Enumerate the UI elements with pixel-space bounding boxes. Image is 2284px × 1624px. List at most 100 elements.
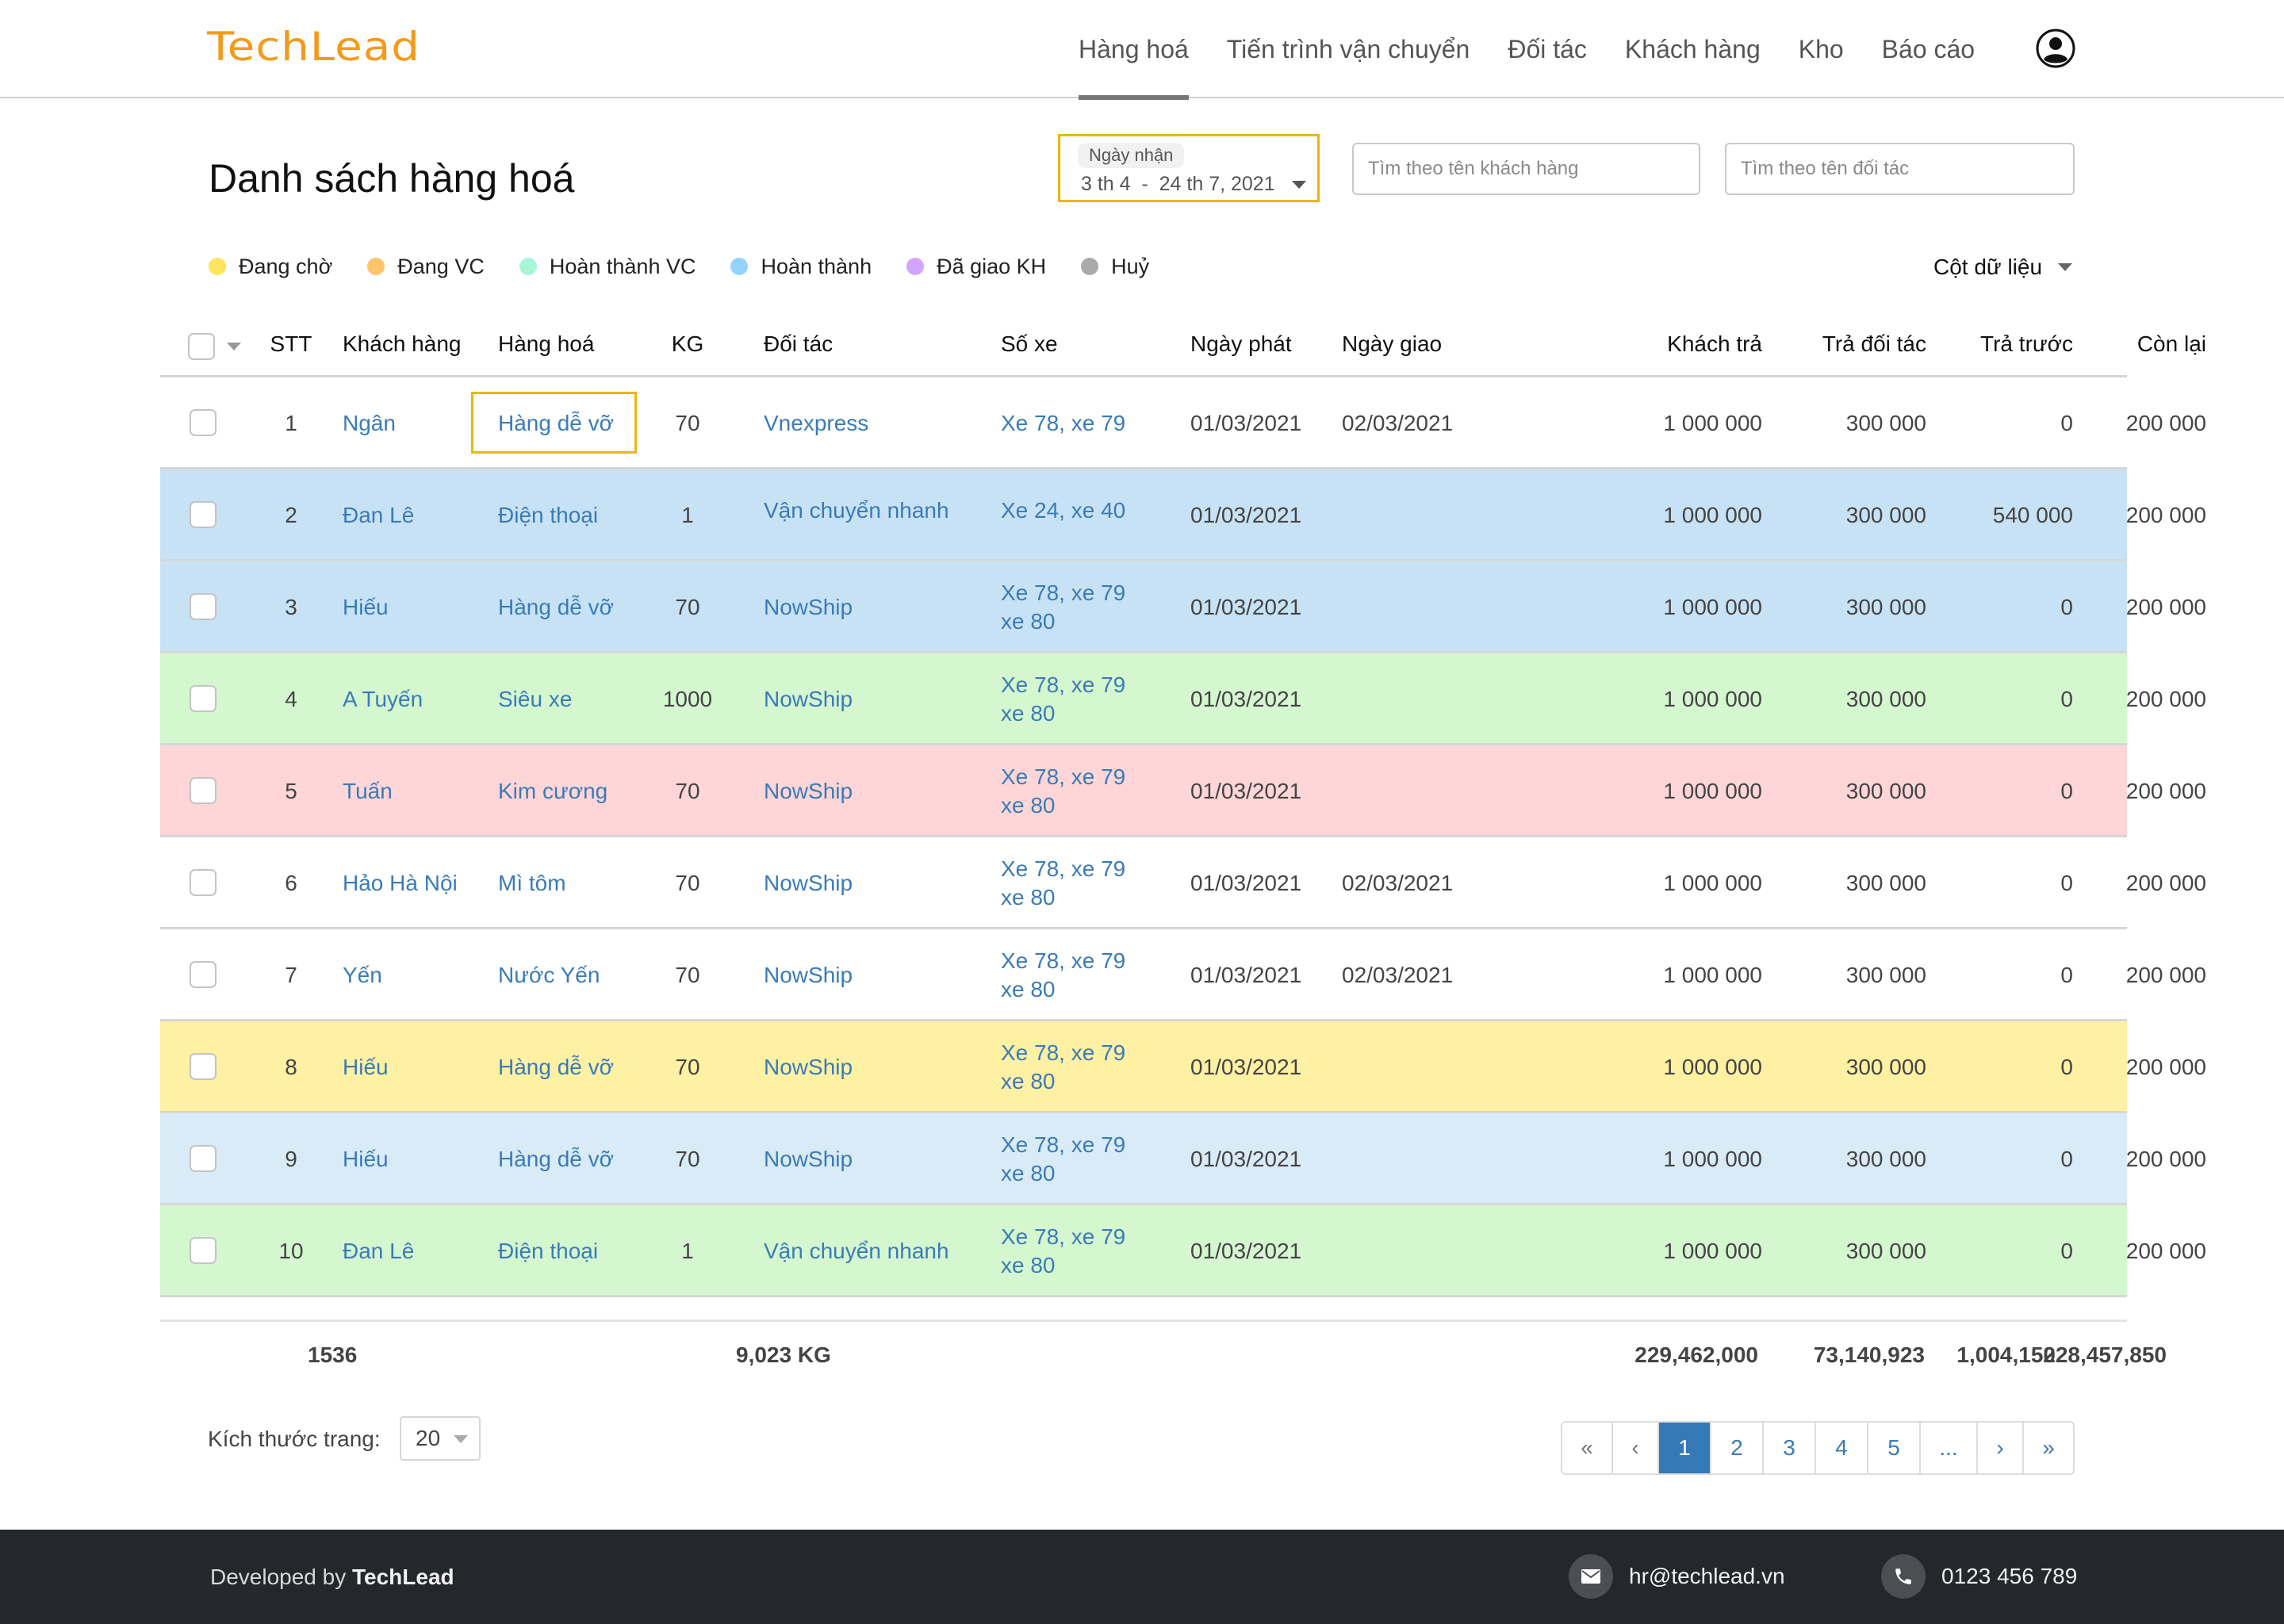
nav-item-2[interactable]: Đối tác	[1508, 0, 1587, 98]
column-header-customer[interactable]: Khách hàng	[343, 331, 461, 357]
page-button-3[interactable]: 3	[1764, 1423, 1816, 1473]
cell-customer-link[interactable]: Ngân	[343, 409, 396, 438]
nav-item-3[interactable]: Khách hàng	[1625, 0, 1761, 98]
cell-plates-link[interactable]: Xe 78, xe 79 xe 80	[1001, 671, 1125, 728]
column-header-kg[interactable]: KG	[652, 331, 723, 357]
cell-plates-link[interactable]: Xe 78, xe 79 xe 80	[1001, 1223, 1125, 1280]
cell-plates-link[interactable]: Xe 78, xe 79 xe 80	[1001, 1131, 1125, 1188]
cell-partner-link[interactable]: Vnexpress	[764, 409, 868, 438]
totals-row: 1536 9,023 KG 229,462,000 73,140,923 1,0…	[160, 1320, 2167, 1383]
column-header-plates[interactable]: Số xe	[1001, 331, 1058, 357]
cell-plates-link[interactable]: Xe 78, xe 79 xe 80	[1001, 763, 1125, 820]
cell-goods-link[interactable]: Điện thoại	[498, 501, 598, 530]
cell-partner-link[interactable]: NowShip	[764, 685, 853, 714]
row-checkbox[interactable]	[190, 869, 217, 896]
table-row[interactable]: 9 Hiếu Hàng dễ vỡ 70 NowShip Xe 78, xe 79 xe 8…	[160, 1113, 2206, 1205]
column-header-stt[interactable]: STT	[263, 331, 319, 357]
last-page-button[interactable]: »	[2024, 1423, 2073, 1473]
row-checkbox[interactable]	[190, 1145, 217, 1172]
prev-page-button[interactable]: ‹	[1613, 1423, 1659, 1473]
cell-goods-link[interactable]: Kim cương	[498, 777, 607, 806]
cell-customer-link[interactable]: Hiếu	[343, 1053, 389, 1082]
user-account-icon[interactable]	[2035, 28, 2076, 69]
column-header-remaining[interactable]: Còn lại	[1967, 331, 2206, 357]
page-button-ellipsis[interactable]: ...	[1921, 1423, 1978, 1473]
cell-plates-link[interactable]: Xe 78, xe 79 xe 80	[1001, 947, 1125, 1004]
row-checkbox[interactable]	[190, 961, 217, 988]
row-checkbox[interactable]	[190, 593, 217, 620]
legend-label: Hoàn thành	[761, 254, 872, 278]
logo[interactable]: TechLead	[207, 24, 420, 70]
table-row[interactable]: 7 Yến Nước Yến 70 NowShip Xe 78, xe 79 xe 80 01…	[160, 929, 2206, 1021]
cell-customer-link[interactable]: Tuấn	[343, 777, 393, 806]
cell-partner-link[interactable]: NowShip	[764, 593, 853, 622]
received-date-filter[interactable]: Ngày nhận 3 th 4 - 24 th 7, 2021	[1058, 134, 1320, 202]
page-button-1[interactable]: 1	[1659, 1423, 1711, 1473]
table-row[interactable]: 3 Hiếu Hàng dễ vỡ 70 NowShip Xe 78, xe 79 xe 8…	[160, 561, 2206, 653]
nav-item-0[interactable]: Hàng hoá	[1079, 0, 1189, 100]
nav-item-5[interactable]: Báo cáo	[1882, 0, 1975, 98]
row-checkbox[interactable]	[190, 685, 217, 712]
table-row[interactable]: 1 Ngân Hàng dễ vỡ 70 Vnexpress Xe 78, xe 79 01…	[160, 377, 2206, 469]
cell-plates-link[interactable]: Xe 78, xe 79 xe 80	[1001, 1039, 1125, 1096]
cell-partner-link[interactable]: NowShip	[764, 777, 853, 806]
cell-customer-link[interactable]: A Tuyến	[343, 685, 423, 714]
cell-partner-link[interactable]: Vận chuyển nhanh	[764, 496, 949, 525]
developed-by-brand: TechLead	[352, 1565, 454, 1589]
cell-plates-link[interactable]: Xe 78, xe 79	[1001, 409, 1125, 438]
nav-item-1[interactable]: Tiến trình vận chuyển	[1227, 0, 1470, 98]
cell-plates-link[interactable]: Xe 24, xe 40	[1001, 496, 1125, 525]
cell-plates-link[interactable]: Xe 78, xe 79 xe 80	[1001, 579, 1125, 636]
cell-partner-link[interactable]: NowShip	[764, 1053, 853, 1082]
table-row[interactable]: 2 Đan Lê Điện thoại 1 Vận chuyển nhanh Xe 24,…	[160, 469, 2206, 561]
search-partner-input[interactable]	[1725, 143, 2075, 195]
page-button-2[interactable]: 2	[1711, 1423, 1764, 1473]
cell-partner-link[interactable]: NowShip	[764, 961, 853, 990]
footer-phone[interactable]: 0123 456 789	[1881, 1553, 2077, 1599]
footer-email[interactable]: hr@techlead.vn	[1569, 1553, 1785, 1599]
page-button-4[interactable]: 4	[1816, 1423, 1868, 1473]
cell-customer-link[interactable]: Hiếu	[343, 593, 389, 622]
columns-dropdown[interactable]: Cột dữ liệu	[1933, 252, 2073, 282]
cell-goods-link[interactable]: Nước Yến	[498, 961, 600, 990]
cell-partner-link[interactable]: NowShip	[764, 869, 853, 898]
row-checkbox[interactable]	[190, 1053, 217, 1080]
column-header-partner[interactable]: Đối tác	[764, 331, 833, 357]
cell-customer-link[interactable]: Đan Lê	[343, 1237, 414, 1266]
cell-partner-link[interactable]: Vận chuyển nhanh	[764, 1237, 949, 1266]
row-checkbox[interactable]	[190, 1237, 217, 1264]
cell-customer-link[interactable]: Hiếu	[343, 1145, 389, 1174]
cell-customer-link[interactable]: Yến	[343, 961, 382, 990]
page-button-5[interactable]: 5	[1868, 1423, 1921, 1473]
cell-goods-link[interactable]: Hàng dễ vỡ	[498, 593, 614, 622]
table-row[interactable]: 6 Hảo Hà Nội Mì tôm 70 NowShip Xe 78, xe 79 xe…	[160, 837, 2206, 929]
cell-goods-link[interactable]: Hàng dễ vỡ	[498, 1053, 614, 1082]
cell-goods-link[interactable]: Mì tôm	[498, 869, 566, 898]
cell-goods-link[interactable]: Hàng dễ vỡ	[498, 1145, 614, 1174]
column-header-delivery-date[interactable]: Ngày giao	[1342, 331, 1442, 357]
row-checkbox[interactable]	[190, 409, 217, 436]
row-checkbox[interactable]	[190, 777, 217, 804]
first-page-button[interactable]: «	[1562, 1423, 1613, 1473]
cell-plates-link[interactable]: Xe 78, xe 79 xe 80	[1001, 855, 1125, 912]
cell-goods-link[interactable]: Hàng dễ vỡ	[498, 409, 614, 438]
row-checkbox[interactable]	[190, 501, 217, 528]
table-row[interactable]: 8 Hiếu Hàng dễ vỡ 70 NowShip Xe 78, xe 79 xe 8…	[160, 1021, 2206, 1113]
cell-goods-link[interactable]: Điện thoại	[498, 1237, 598, 1266]
next-page-button[interactable]: ›	[1978, 1423, 2024, 1473]
column-header-goods[interactable]: Hàng hoá	[498, 331, 594, 357]
cell-partner-link[interactable]: NowShip	[764, 1145, 853, 1174]
search-customer-input[interactable]	[1352, 143, 1700, 195]
table-row[interactable]: 5 Tuấn Kim cương 70 NowShip Xe 78, xe 79 xe 80…	[160, 745, 2206, 837]
select-all-checkbox[interactable]	[188, 333, 215, 360]
page-size-select[interactable]: 20	[400, 1416, 481, 1461]
nav-item-4[interactable]: Kho	[1799, 0, 1844, 98]
table-row[interactable]: 4 A Tuyến Siêu xe 1000 NowShip Xe 78, xe 79 xe…	[160, 653, 2206, 745]
plate-line: Xe 78, xe 79	[1001, 672, 1126, 697]
select-options-caret-icon[interactable]	[227, 343, 241, 350]
column-header-ship-date[interactable]: Ngày phát	[1190, 331, 1292, 357]
cell-goods-link[interactable]: Siêu xe	[498, 685, 572, 714]
table-row[interactable]: 10 Đan Lê Điện thoại 1 Vận chuyển nhanh Xe 78…	[160, 1205, 2206, 1297]
cell-customer-link[interactable]: Đan Lê	[343, 501, 414, 530]
cell-customer-link[interactable]: Hảo Hà Nội	[343, 869, 458, 898]
